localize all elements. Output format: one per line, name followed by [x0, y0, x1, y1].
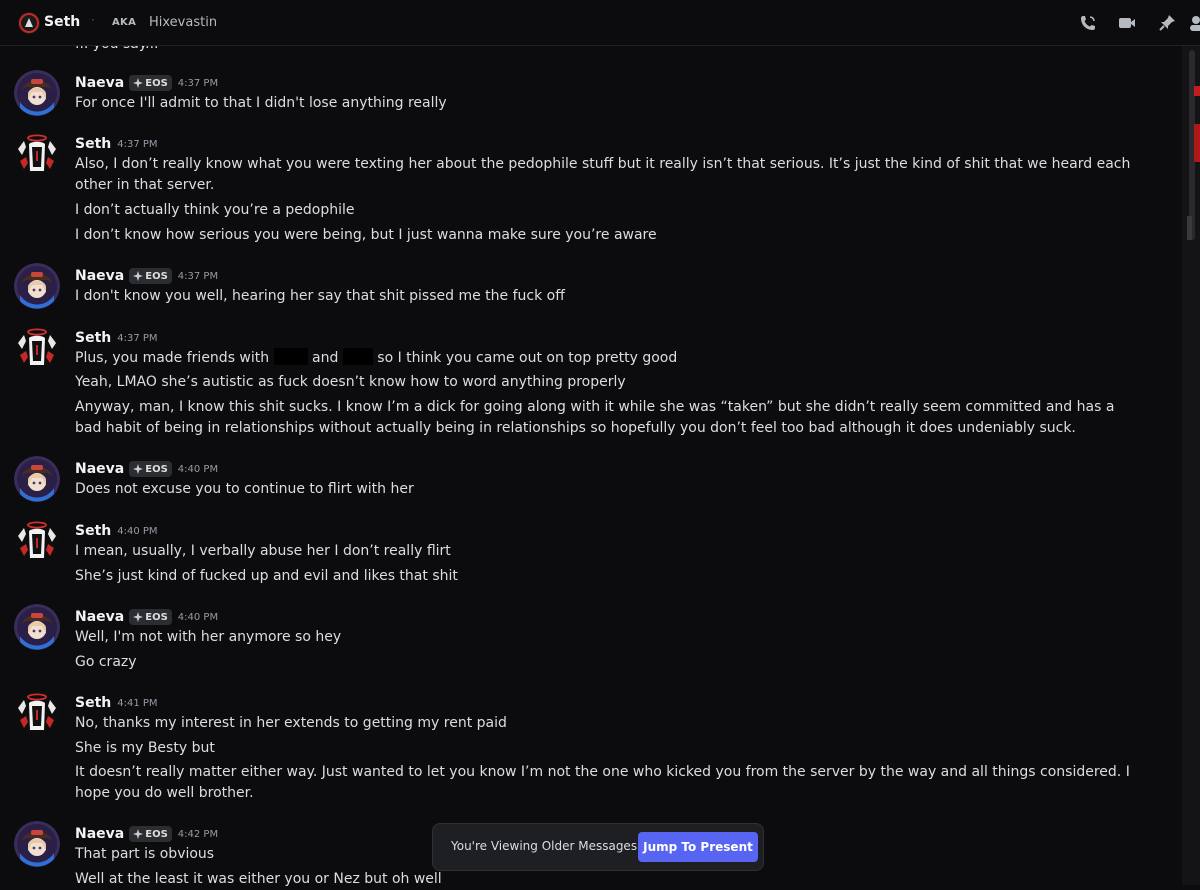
message-text: No, thanks my interest in her extends to… — [75, 715, 507, 731]
clan-tag-icon — [133, 829, 143, 839]
clan-tag-icon — [133, 271, 143, 281]
dm-user-name[interactable]: Seth — [44, 14, 80, 30]
older-messages-banner: You're Viewing Older Messages Jump To Pr… — [432, 823, 764, 871]
message-text: She is my Besty but — [75, 740, 215, 756]
edge-highlight — [1194, 124, 1200, 162]
avatar[interactable] — [14, 518, 60, 564]
message-header: Naeva EOS 4:40 PM — [75, 459, 218, 479]
redacted-name — [273, 348, 308, 365]
jump-to-present-button[interactable]: Jump To Present — [638, 832, 758, 862]
older-messages-text: You're Viewing Older Messages — [451, 839, 638, 853]
message-text: Anyway, man, I know this shit sucks. I k… — [75, 399, 1115, 436]
clan-tag-icon — [133, 612, 143, 622]
timestamp: 4:37 PM — [177, 270, 219, 282]
redacted-name — [342, 348, 373, 365]
message-header: Seth 4:40 PM — [75, 521, 158, 541]
user-avatar-icon[interactable] — [18, 12, 40, 34]
avatar[interactable] — [14, 263, 60, 309]
clan-tag-icon — [133, 464, 143, 474]
timestamp: 4:42 PM — [177, 828, 219, 840]
avatar[interactable] — [14, 70, 60, 116]
message-text: Plus, you made friends with and so I thi… — [75, 348, 678, 366]
edge-marker — [1187, 216, 1192, 240]
author-name[interactable]: Naeva — [75, 75, 124, 91]
timestamp: 4:40 PM — [117, 525, 158, 537]
avatar[interactable] — [14, 690, 60, 736]
message-text: It doesn’t really matter either way. Jus… — [75, 764, 1130, 801]
timestamp: 4:37 PM — [117, 332, 158, 344]
avatar[interactable] — [14, 604, 60, 650]
author-name[interactable]: Seth — [75, 695, 111, 711]
author-name[interactable]: Seth — [75, 136, 111, 152]
pinned-messages-icon[interactable] — [1157, 13, 1177, 33]
dm-header: Seth · AKA Hixevastin — [0, 0, 1200, 46]
clan-tag[interactable]: EOS — [129, 461, 172, 477]
clan-tag[interactable]: EOS — [129, 268, 172, 284]
avatar[interactable] — [14, 821, 60, 867]
message-header: Seth 4:37 PM — [75, 134, 158, 154]
message-header: Seth 4:37 PM — [75, 328, 158, 348]
voice-call-icon[interactable] — [1078, 13, 1098, 33]
message-header: Naeva EOS 4:40 PM — [75, 607, 218, 627]
message-header: Naeva EOS 4:37 PM — [75, 73, 218, 93]
author-name[interactable]: Naeva — [75, 609, 124, 625]
message-text: Also, I don’t really know what you were … — [75, 156, 1131, 193]
video-call-icon[interactable] — [1117, 13, 1137, 33]
author-name[interactable]: Naeva — [75, 268, 124, 284]
avatar[interactable] — [14, 131, 60, 177]
message-text: For once I'll admit to that I didn't los… — [75, 95, 447, 111]
avatar[interactable] — [14, 456, 60, 502]
message-text: I don't know you well, hearing her say t… — [75, 288, 565, 304]
message-text: I don’t actually think you’re a pedophil… — [75, 202, 355, 218]
timestamp: 4:37 PM — [177, 77, 219, 89]
add-friends-icon[interactable] — [1186, 13, 1200, 33]
clan-tag[interactable]: EOS — [129, 75, 172, 91]
avatar[interactable] — [14, 325, 60, 371]
timestamp: 4:41 PM — [117, 697, 158, 709]
message-text: Well at the least it was either you or N… — [75, 871, 442, 887]
message-header: Seth 4:41 PM — [75, 693, 158, 713]
clan-tag[interactable]: EOS — [129, 826, 172, 842]
message-text: Yeah, LMAO she’s autistic as fuck doesn’… — [75, 374, 626, 390]
message-text: I mean, usually, I verbally abuse her I … — [75, 543, 451, 559]
author-name[interactable]: Naeva — [75, 461, 124, 477]
header-separator: · — [91, 13, 95, 27]
clan-tag[interactable]: EOS — [129, 609, 172, 625]
author-name[interactable]: Naeva — [75, 826, 124, 842]
author-name[interactable]: Seth — [75, 523, 111, 539]
author-name[interactable]: Seth — [75, 330, 111, 346]
message-text: Well, I'm not with her anymore so hey — [75, 629, 342, 645]
clan-tag-icon — [133, 78, 143, 88]
message-text: She’s just kind of fucked up and evil an… — [75, 568, 458, 584]
message-header: Naeva EOS 4:42 PM — [75, 824, 218, 844]
message-text: Go crazy — [75, 654, 137, 670]
timestamp: 4:37 PM — [117, 138, 158, 150]
message-text: Does not excuse you to continue to flirt… — [75, 481, 414, 497]
aka-label: AKA — [112, 17, 137, 28]
timestamp: 4:40 PM — [177, 463, 219, 475]
alias-name: Hixevastin — [149, 15, 218, 30]
message-text: I don’t know how serious you were being,… — [75, 227, 657, 243]
edge-highlight — [1194, 86, 1200, 96]
message-header: Naeva EOS 4:37 PM — [75, 266, 218, 286]
timestamp: 4:40 PM — [177, 611, 219, 623]
